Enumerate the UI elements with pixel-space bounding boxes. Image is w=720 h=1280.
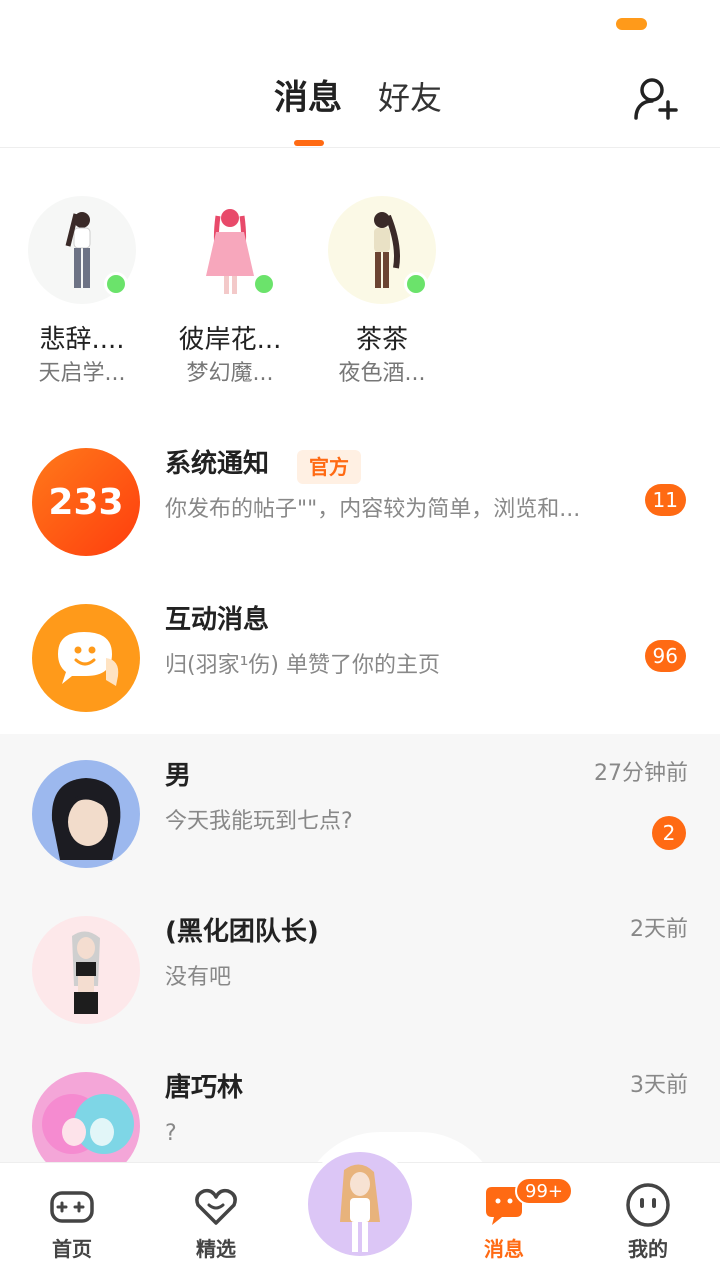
gamepad-icon bbox=[50, 1191, 94, 1223]
online-status-dot bbox=[252, 272, 276, 296]
system-logo-icon: 233 bbox=[32, 448, 140, 556]
active-tab-indicator bbox=[294, 140, 324, 146]
nav-profile[interactable]: 我的 bbox=[603, 1181, 693, 1262]
nav-label: 我的 bbox=[628, 1237, 668, 1261]
conversation-title: 男 bbox=[165, 761, 192, 791]
conversation-preview: 没有吧 bbox=[165, 965, 232, 990]
top-bar: 消息 好友 bbox=[0, 60, 720, 148]
conversation-title: (黑化团队长) bbox=[165, 917, 319, 947]
conversation-preview: 归(羽家¹伤) 单赞了你的主页 bbox=[165, 653, 440, 678]
conversation-time: 27分钟前 bbox=[594, 761, 688, 786]
nav-center-avatar[interactable] bbox=[304, 1148, 416, 1260]
conversation-system-notice[interactable]: 233 系统通知 官方 你发布的帖子""，内容较为简单，浏览和... 11 bbox=[0, 422, 720, 578]
unread-count-badge: 11 bbox=[644, 484, 686, 516]
heart-icon bbox=[195, 1188, 237, 1225]
friend-name: 悲辞.... bbox=[39, 325, 125, 355]
nav-label: 首页 bbox=[52, 1237, 92, 1261]
avatar bbox=[28, 196, 136, 304]
friend-game: 夜色酒... bbox=[338, 361, 426, 386]
online-friend[interactable]: 茶茶 夜色酒... bbox=[312, 196, 452, 390]
unread-count-badge: 96 bbox=[644, 640, 686, 672]
online-status-dot bbox=[404, 272, 428, 296]
messages-count-badge: 99+ bbox=[515, 1177, 573, 1205]
avatar bbox=[32, 916, 140, 1024]
online-status-dot bbox=[104, 272, 128, 296]
nav-label: 消息 bbox=[484, 1237, 524, 1261]
online-friend[interactable]: 悲辞.... 天启学... bbox=[12, 196, 152, 390]
conversation-time: 2天前 bbox=[630, 917, 688, 942]
friend-game: 梦幻魔... bbox=[186, 361, 274, 386]
status-indicator bbox=[616, 18, 647, 30]
nav-label: 精选 bbox=[196, 1237, 236, 1261]
conversation-preview: 你发布的帖子""，内容较为简单，浏览和... bbox=[165, 497, 581, 522]
conversation-item[interactable]: (黑化团队长) 2天前 没有吧 bbox=[0, 890, 720, 1046]
avatar bbox=[176, 196, 284, 304]
friend-name: 彼岸花... bbox=[178, 325, 282, 355]
face-icon bbox=[626, 1183, 670, 1227]
tab-messages[interactable]: 消息 bbox=[274, 74, 342, 122]
nav-messages[interactable]: 99+ 消息 bbox=[459, 1177, 573, 1262]
friend-game: 天启学... bbox=[38, 361, 126, 386]
conversation-preview: 今天我能玩到七点? bbox=[165, 809, 353, 834]
chat-bubble-icon bbox=[32, 604, 140, 712]
nav-home[interactable]: 首页 bbox=[27, 1181, 117, 1262]
online-friend[interactable]: 彼岸花... 梦幻魔... bbox=[160, 196, 300, 390]
conversation-title: 互动消息 bbox=[165, 605, 270, 635]
friend-name: 茶茶 bbox=[355, 325, 408, 355]
conversation-time: 3天前 bbox=[630, 1073, 688, 1098]
conversation-item[interactable]: 男 27分钟前 今天我能玩到七点? 2 bbox=[0, 734, 720, 890]
add-friend-icon[interactable] bbox=[632, 74, 680, 122]
conversation-title: 唐巧林 bbox=[165, 1073, 244, 1103]
logo-text: 233 bbox=[48, 481, 124, 523]
unread-count-badge: 2 bbox=[652, 816, 686, 850]
official-badge: 官方 bbox=[297, 450, 361, 484]
conversation-title: 系统通知 bbox=[165, 449, 270, 479]
avatar bbox=[328, 196, 436, 304]
conversation-interaction[interactable]: 互动消息 归(羽家¹伤) 单赞了你的主页 96 bbox=[0, 578, 720, 734]
tab-friends[interactable]: 好友 bbox=[378, 74, 442, 122]
nav-featured[interactable]: 精选 bbox=[171, 1181, 261, 1262]
avatar bbox=[32, 760, 140, 868]
